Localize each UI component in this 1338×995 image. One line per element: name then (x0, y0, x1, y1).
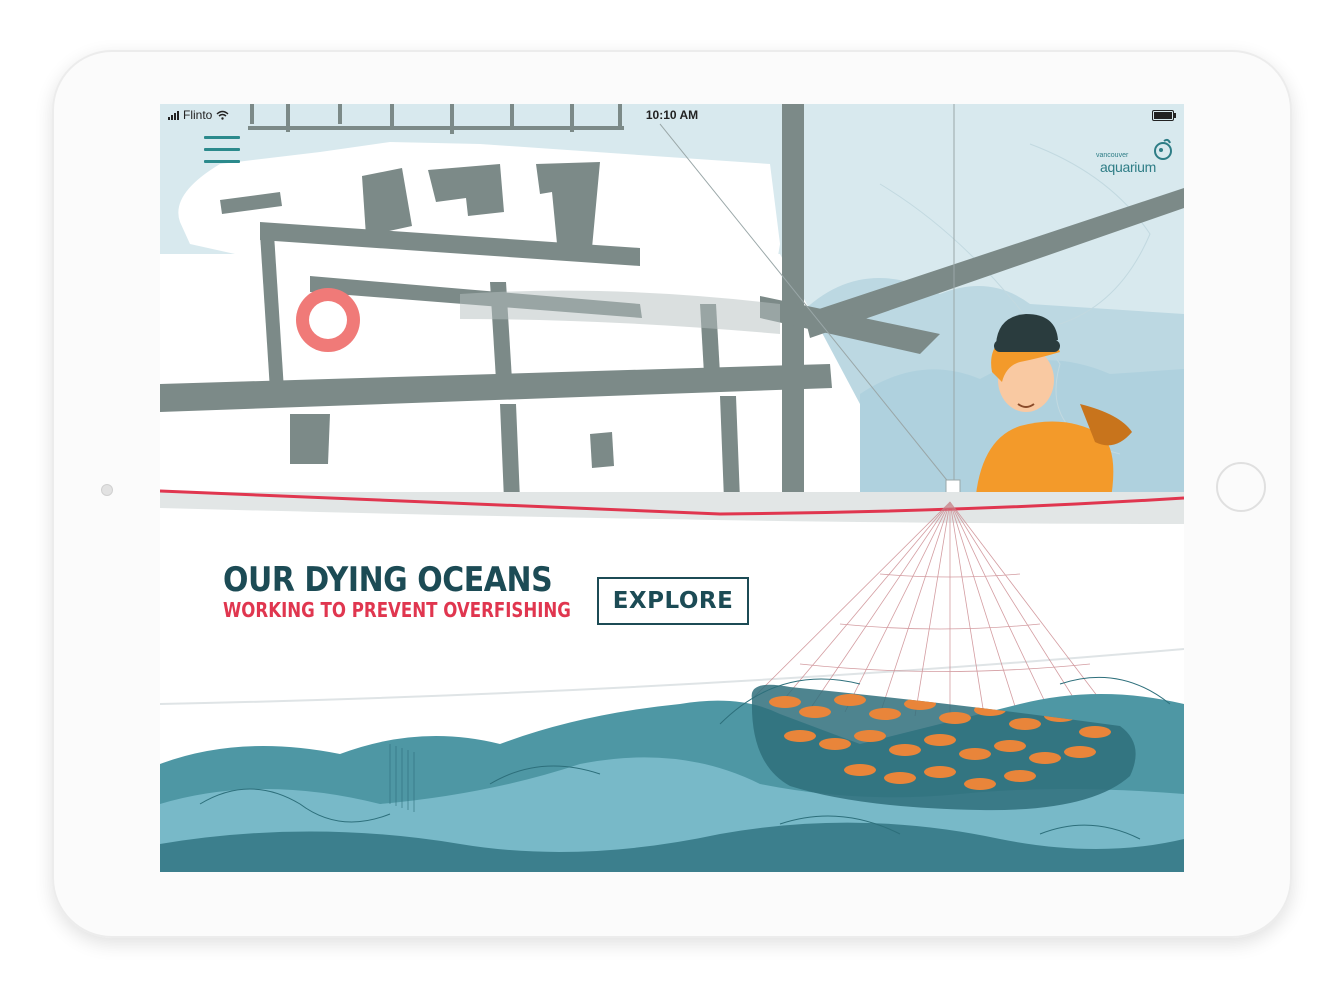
logo-small-text: vancouver (1096, 152, 1129, 159)
hamburger-menu-icon[interactable] (204, 134, 242, 168)
logo-main-text: aquarium (1100, 159, 1156, 175)
hero-headline: OUR DYING OCEANS WORKING TO PREVENT OVER… (223, 560, 642, 622)
app-screen: Flinto 10:10 AM vancouver aquarium OUR D… (160, 104, 1184, 872)
hero-illustration (160, 104, 1184, 872)
explore-button[interactable]: EXPLORE (597, 577, 749, 625)
aquarium-logo-icon (1154, 138, 1172, 160)
page-subtitle: WORKING TO PREVENT OVERFISHING (223, 598, 571, 622)
vancouver-aquarium-logo[interactable]: vancouver aquarium (1096, 138, 1176, 178)
status-bar: Flinto 10:10 AM (160, 104, 1184, 126)
status-time: 10:10 AM (645, 108, 699, 122)
home-button[interactable] (1216, 462, 1266, 512)
battery-icon (1152, 110, 1176, 121)
page-title: OUR DYING OCEANS (223, 560, 553, 600)
front-camera (101, 484, 113, 496)
